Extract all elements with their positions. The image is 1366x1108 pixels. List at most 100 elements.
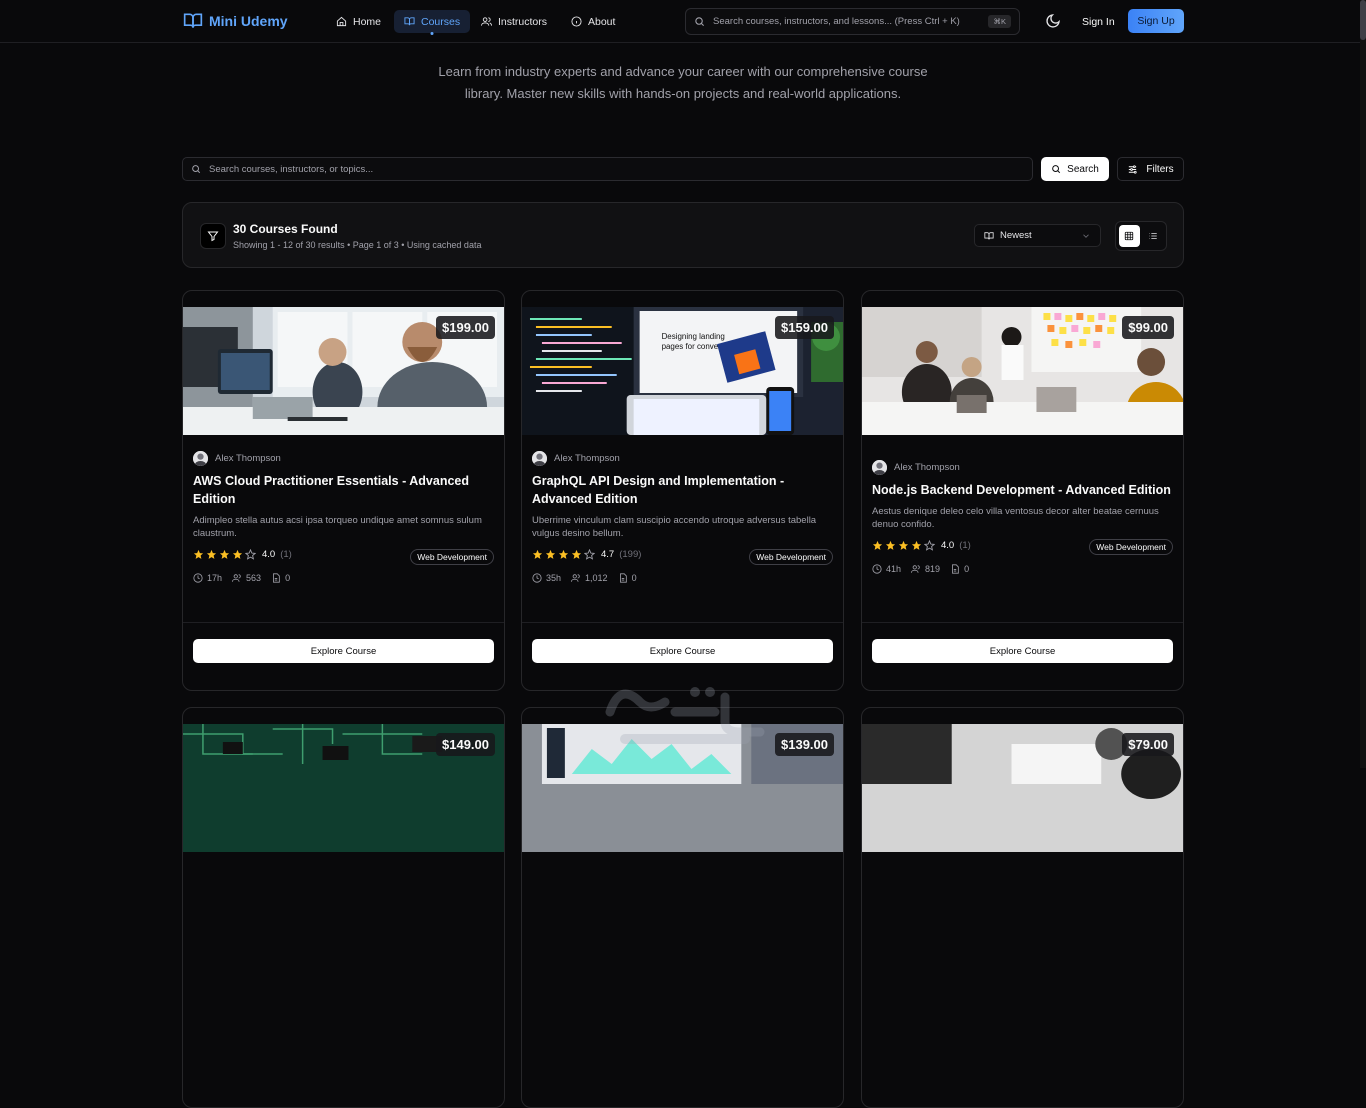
course-rating: 4.7 (199) bbox=[532, 549, 641, 560]
explore-course-button[interactable]: Explore Course bbox=[872, 639, 1173, 663]
star-empty-icon bbox=[584, 549, 595, 560]
course-title[interactable]: AWS Cloud Practitioner Essentials - Adva… bbox=[193, 472, 493, 508]
course-author: Alex Thompson bbox=[532, 451, 620, 466]
course-rating: 4.0 (1) bbox=[193, 549, 292, 560]
users-icon bbox=[232, 574, 241, 582]
brand-logo[interactable]: Mini Udemy bbox=[183, 11, 288, 31]
star-filled-icon bbox=[545, 549, 556, 559]
duration-value: 41h bbox=[886, 564, 902, 574]
scrollbar-thumb[interactable] bbox=[1360, 0, 1366, 40]
course-price: $99.00 bbox=[1122, 316, 1174, 339]
clock-icon bbox=[872, 564, 882, 574]
star-filled-icon bbox=[872, 540, 883, 550]
results-pagination-info: Showing 1 - 12 of 30 results • Page 1 of… bbox=[233, 240, 482, 250]
file-icon bbox=[273, 573, 280, 583]
author-avatar bbox=[193, 451, 208, 466]
course-description: Adimpleo stella autus acsi ipsa torqueo … bbox=[193, 515, 482, 539]
star-filled-icon bbox=[911, 540, 922, 550]
nav-instructors[interactable]: Instructors bbox=[471, 10, 557, 33]
star-filled-icon bbox=[193, 549, 204, 559]
filters-button[interactable]: Filters bbox=[1117, 157, 1184, 181]
svg-text:Designing landing: Designing landing bbox=[662, 332, 725, 341]
avatar-person-icon bbox=[532, 451, 547, 466]
star-filled-icon bbox=[558, 549, 569, 559]
nav-home-label: Home bbox=[353, 15, 382, 28]
course-card[interactable]: $79.00 bbox=[861, 707, 1184, 1108]
students-stat: 1,012 bbox=[571, 573, 608, 583]
author-name: Alex Thompson bbox=[894, 462, 960, 473]
course-title[interactable]: GraphQL API Design and Implementation - … bbox=[532, 472, 832, 508]
course-card[interactable]: $99.00 Alex Thompson Node.js Backend Dev… bbox=[861, 290, 1184, 691]
filters-button-label: Filters bbox=[1146, 163, 1174, 175]
course-rating: 4.0 (1) bbox=[872, 540, 971, 551]
course-author: Alex Thompson bbox=[193, 451, 281, 466]
nav-home[interactable]: Home bbox=[326, 10, 391, 33]
sign-in-button[interactable]: Sign In bbox=[1072, 10, 1125, 33]
results-summary-bar: 30 Courses Found Showing 1 - 12 of 30 re… bbox=[182, 202, 1184, 268]
course-search-input[interactable]: Search courses, instructors, or topics..… bbox=[182, 157, 1033, 181]
category-badge: Web Development bbox=[749, 549, 833, 565]
course-price: $149.00 bbox=[436, 733, 495, 756]
students-value: 819 bbox=[925, 564, 941, 574]
theme-toggle-button[interactable] bbox=[1045, 13, 1061, 29]
lessons-stat: 0 bbox=[271, 573, 290, 583]
users-icon bbox=[481, 17, 492, 26]
star-filled-icon bbox=[232, 549, 243, 559]
duration-value: 17h bbox=[207, 573, 223, 583]
list-icon bbox=[1149, 233, 1157, 239]
nav-courses[interactable]: Courses bbox=[394, 10, 471, 33]
card-divider bbox=[862, 622, 1183, 623]
course-price: $139.00 bbox=[775, 733, 834, 756]
moon-icon bbox=[1046, 14, 1060, 28]
author-avatar bbox=[872, 460, 887, 475]
course-card[interactable]: $199.00 Alex Thompson AWS Cloud Practiti… bbox=[182, 290, 505, 691]
users-icon bbox=[911, 565, 920, 573]
nav-courses-label: Courses bbox=[421, 15, 461, 28]
course-card[interactable]: Designing landing pages for conversion $… bbox=[521, 290, 844, 691]
lessons-stat: 0 bbox=[618, 573, 637, 583]
duration-stat: 35h bbox=[532, 573, 561, 583]
global-search-input[interactable]: Search courses, instructors, and lessons… bbox=[685, 8, 1020, 35]
sign-up-button[interactable]: Sign Up bbox=[1128, 9, 1184, 33]
hero-subtitle: Learn from industry experts and advance … bbox=[438, 64, 928, 101]
filter-badge bbox=[200, 223, 226, 249]
nav-about[interactable]: About bbox=[561, 10, 625, 33]
explore-course-button[interactable]: Explore Course bbox=[193, 639, 494, 663]
course-card[interactable]: $139.00 bbox=[521, 707, 844, 1108]
clock-icon bbox=[193, 573, 203, 583]
search-button[interactable]: Search bbox=[1041, 157, 1109, 181]
nav-about-label: About bbox=[588, 15, 616, 28]
open-book-icon bbox=[183, 13, 203, 28]
book-icon bbox=[404, 17, 415, 26]
avatar-person-icon bbox=[193, 451, 208, 466]
lessons-value: 0 bbox=[631, 573, 637, 583]
category-badge: Web Development bbox=[1089, 539, 1173, 555]
info-icon bbox=[571, 16, 582, 27]
page-scrollbar[interactable] bbox=[1360, 0, 1366, 768]
course-meta: 41h 819 0 bbox=[872, 564, 969, 574]
course-title[interactable]: Node.js Backend Development - Advanced E… bbox=[872, 481, 1172, 499]
file-icon bbox=[952, 564, 959, 574]
explore-course-button[interactable]: Explore Course bbox=[532, 639, 833, 663]
sort-select[interactable]: Newest bbox=[974, 224, 1101, 247]
top-navbar: Mini Udemy Home Courses Instructors Abou… bbox=[0, 0, 1360, 43]
students-stat: 819 bbox=[911, 564, 940, 574]
course-card[interactable]: $149.00 bbox=[182, 707, 505, 1108]
students-stat: 563 bbox=[232, 573, 261, 583]
course-description: Uberrime vinculum clam suscipio accendo … bbox=[532, 515, 817, 539]
grid-view-button[interactable] bbox=[1119, 225, 1140, 247]
search-icon bbox=[192, 165, 201, 174]
course-meta: 17h 563 0 bbox=[193, 573, 290, 583]
course-description: Aestus denique deleo celo villa ventosus… bbox=[872, 506, 1159, 530]
chevron-down-icon bbox=[1083, 233, 1089, 238]
rating-count: (1) bbox=[959, 540, 971, 551]
author-name: Alex Thompson bbox=[215, 453, 281, 464]
lessons-stat: 0 bbox=[950, 564, 969, 574]
course-price: $159.00 bbox=[775, 316, 834, 339]
search-icon bbox=[1052, 165, 1061, 174]
list-view-button[interactable] bbox=[1143, 225, 1164, 247]
keyboard-shortcut-badge: ⌘K bbox=[988, 15, 1011, 28]
search-icon bbox=[695, 17, 705, 27]
author-name: Alex Thompson bbox=[554, 453, 620, 464]
star-empty-icon bbox=[245, 549, 256, 560]
